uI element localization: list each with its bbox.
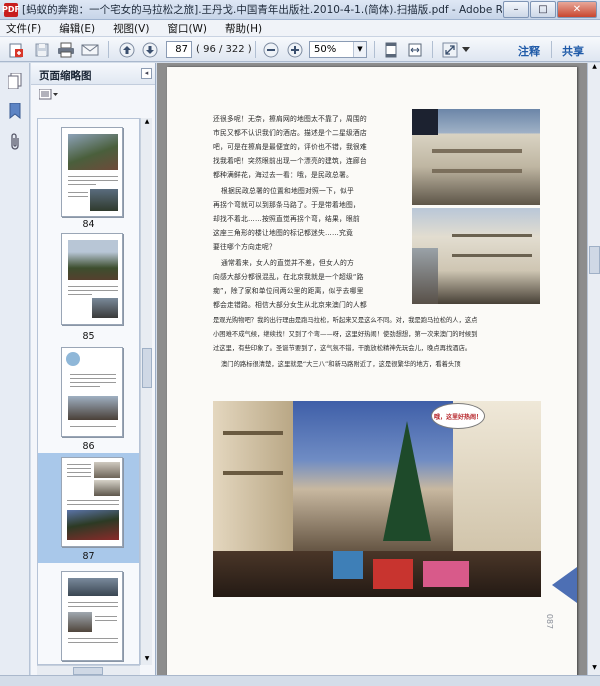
page-thumbnails-icon[interactable] <box>7 72 22 92</box>
photo-colonial-building <box>412 109 540 205</box>
paragraph-line: 痴”，除了家和单位间两公里的距离，似乎去哪里 <box>213 287 364 295</box>
toolbar: ( 96 / 322 ) 50% ▼ 注释 共享 <box>0 37 600 62</box>
menu-edit[interactable]: 编辑(E) <box>59 21 95 36</box>
pdf-page: 还很多呢！无奈，擦肩网的地图太不靠了，周围的 市民又都不认识我们的酒店。描述是个… <box>167 67 577 675</box>
paragraph-line: 通常着来，女人的直觉并不差，但女人的方 <box>221 259 354 267</box>
paragraph-line: 小困难不成气候，继续找！又到了个弯——呀，这里好热闹！使劲想想，第一次来澳门的时… <box>213 331 478 338</box>
paragraph-line: 还很多呢！无奈，擦肩网的地图太不靠了，周围的 <box>213 115 367 123</box>
paragraph-line: 找我着吧！突然眼前出现一个漂亮的建筑，连廊台 <box>213 157 367 165</box>
scrollbar-thumb[interactable] <box>142 348 152 388</box>
share-button[interactable]: 共享 <box>562 43 584 59</box>
bookmarks-icon[interactable] <box>9 102 21 122</box>
page-corner-marker <box>552 567 577 603</box>
page-number: 087 <box>545 613 555 630</box>
save-icon[interactable] <box>32 40 52 59</box>
attachments-icon[interactable] <box>9 133 21 154</box>
menu-view[interactable]: 视图(V) <box>113 21 149 36</box>
thumbnail-label: 84 <box>82 219 95 230</box>
create-pdf-icon[interactable] <box>6 40 26 59</box>
menu-window[interactable]: 窗口(W) <box>167 21 207 36</box>
thumbnail-page-88[interactable]: 88 <box>38 565 139 664</box>
thumbnail-list: 84 85 86 87 <box>37 118 140 665</box>
zoom-in-icon[interactable] <box>285 40 305 59</box>
thumbnail-page-86[interactable]: 86 <box>38 343 139 453</box>
title-bar: PDF [蚂蚁的奔跑：一个宅女的马拉松之旅].王丹戈.中国青年出版社.2010-… <box>0 0 600 20</box>
status-bar <box>0 675 600 686</box>
thumbnail-label: 85 <box>82 331 95 342</box>
paragraph-line: 吧，可是在擦肩是最便宜的，评价也不错，我很难 <box>213 143 367 151</box>
photo-christmas-square <box>213 401 541 597</box>
zoom-select[interactable]: 50% ▼ <box>309 41 367 58</box>
menu-help[interactable]: 帮助(H) <box>225 21 262 36</box>
scroll-down-icon[interactable]: ▼ <box>589 664 600 675</box>
adobe-reader-icon: PDF <box>2 2 20 17</box>
paragraph-line: 都会走错路。相信大部分女生从北京来澳门的人都 <box>213 301 367 309</box>
maximize-button[interactable]: □ <box>530 0 556 18</box>
paragraph-line: 要往哪个方向走呢？ <box>213 243 276 251</box>
thumbnail-image <box>61 127 123 217</box>
paragraph-line: 向感大部分都很混乱，在北京我就是一个超级“路 <box>213 273 364 281</box>
thumbnail-page-84[interactable]: 84 <box>38 119 139 230</box>
panel-header: 页面缩略图 ◂ <box>31 63 155 85</box>
paragraph-line: 这座三角形的楼让地图的标记都迷失……究竟 <box>213 229 353 237</box>
toolbar-separator <box>551 41 552 58</box>
paragraph-line: 却找不着北……按照直觉再拐个弯，结果，眼前 <box>213 215 360 223</box>
comment-button[interactable]: 注释 <box>518 43 540 59</box>
email-icon[interactable] <box>80 40 100 59</box>
collapse-panel-icon[interactable]: ◂ <box>141 68 152 79</box>
navigation-pane-strip <box>0 63 30 675</box>
toolbar-separator <box>255 41 256 58</box>
toolbar-options-chevron-icon[interactable] <box>461 40 471 59</box>
thumbnail-panel: 页面缩略图 ◂ 84 85 86 87 ▲ ▼ <box>31 63 156 676</box>
toolbar-separator <box>108 41 109 58</box>
thumbnail-label: 87 <box>82 551 95 562</box>
window-title: [蚂蚁的奔跑：一个宅女的马拉松之旅].王丹戈.中国青年出版社.2010-4-1.… <box>22 4 502 16</box>
document-view[interactable]: 还很多呢！无奈，擦肩网的地图太不靠了，周围的 市民又都不认识我们的酒店。描述是个… <box>157 63 587 675</box>
thumbnail-page-85[interactable]: 85 <box>38 231 139 343</box>
panel-options <box>31 85 155 105</box>
paragraph-line: 都种满鲜花，海过去一看：哦，是民政总署。 <box>213 171 353 179</box>
toolbar-separator <box>374 41 375 58</box>
options-menu-icon[interactable] <box>38 88 59 103</box>
scroll-up-icon[interactable]: ▲ <box>589 63 600 74</box>
next-page-icon[interactable] <box>140 40 160 59</box>
toolbar-separator <box>432 41 433 58</box>
paragraph-line: 澳门的路标很清楚，这里就是“大三八”和新马路附近了，这是很繁华的地方，看着头顶 <box>221 361 461 368</box>
scrollbar-thumb[interactable] <box>589 246 600 274</box>
panel-title: 页面缩略图 <box>39 70 92 82</box>
menu-file[interactable]: 文件(F) <box>6 21 41 36</box>
menu-bar: 文件(F) 编辑(E) 视图(V) 窗口(W) 帮助(H) <box>0 20 600 37</box>
speech-bubble: 哦，这里好热闹！ <box>431 403 485 429</box>
zoom-value: 50% <box>314 44 337 55</box>
paragraph-line: 是观光购物吧？我的出行理由是跑马拉松，听起来又是这么不同。对，我是跑马拉松的人，… <box>213 317 478 324</box>
thumbnail-image <box>61 457 123 547</box>
minimize-button[interactable]: – <box>503 0 529 18</box>
page-count: ( 96 / 322 ) <box>196 44 252 55</box>
previous-page-icon[interactable] <box>117 40 137 59</box>
hscrollbar-thumb[interactable] <box>73 667 103 675</box>
scroll-down-icon[interactable]: ▼ <box>142 655 152 665</box>
thumbnail-image <box>61 347 123 437</box>
document-scrollbar[interactable]: ▲ ▼ <box>587 63 600 675</box>
paragraph-line: 市民又都不认识我们的酒店。描述是个二星级酒店 <box>213 129 367 137</box>
thumbnail-scrollbar[interactable]: ▲ ▼ <box>140 118 152 665</box>
fit-page-icon[interactable] <box>381 40 401 59</box>
thumbnail-label: 86 <box>82 441 95 452</box>
full-screen-icon[interactable] <box>440 40 460 59</box>
close-button[interactable]: ✕ <box>557 0 597 18</box>
page-number-input[interactable] <box>166 41 192 58</box>
print-icon[interactable] <box>56 40 76 59</box>
paragraph-line: 过这里，有些印象了。圣诞节要到了，这气氛不错，干脆放松精神先玩会儿，晚点再找酒店… <box>213 345 472 352</box>
photo-street-building <box>412 208 540 304</box>
thumbnail-page-87[interactable]: 87 <box>38 453 139 563</box>
thumbnail-image <box>61 571 123 661</box>
thumbnail-image <box>61 233 123 325</box>
paragraph-line: 根据民政总署的位置和地图对照一下，似乎 <box>221 187 354 195</box>
fit-width-icon[interactable] <box>405 40 425 59</box>
zoom-out-icon[interactable] <box>261 40 281 59</box>
scroll-up-icon[interactable]: ▲ <box>142 118 152 128</box>
chevron-down-icon[interactable]: ▼ <box>353 42 366 57</box>
paragraph-line: 再拐个弯就可以到那条马路了。于是带着地图， <box>213 201 360 209</box>
